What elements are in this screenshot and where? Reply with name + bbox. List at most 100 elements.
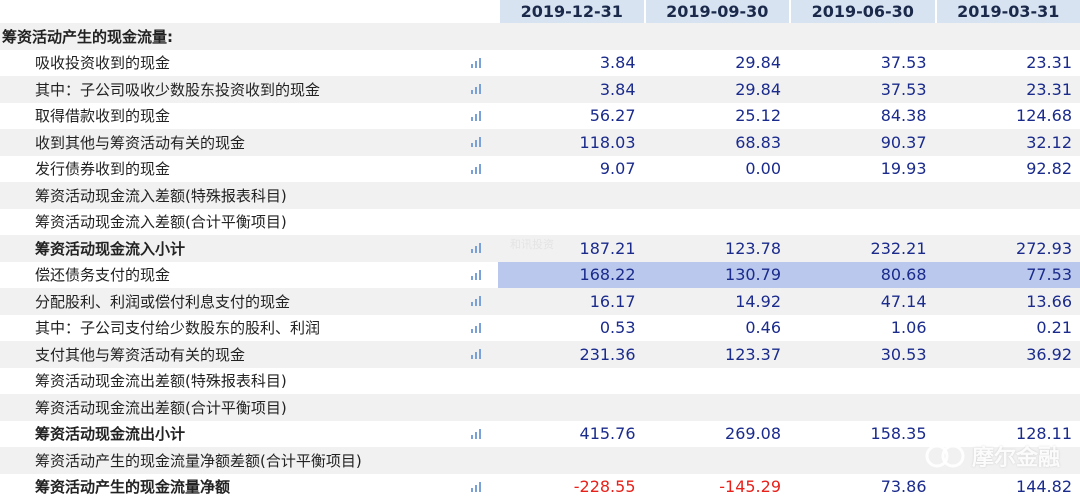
row-label: 筹资活动现金流出差额(特殊报表科目) xyxy=(0,370,470,391)
table-row[interactable]: 支付其他与筹资活动有关的现金231.36123.3730.5336.92 xyxy=(0,341,1080,368)
chart-icon-cell xyxy=(470,368,498,395)
table-row[interactable]: 筹资活动现金流出差额(特殊报表科目) xyxy=(0,368,1080,395)
bar-chart-icon[interactable] xyxy=(470,425,484,443)
value-cell xyxy=(644,394,790,421)
value-cell xyxy=(644,368,790,395)
chart-icon-cell[interactable] xyxy=(470,103,498,130)
table-row[interactable]: 吸收投资收到的现金3.8429.8437.5323.31 xyxy=(0,50,1080,77)
watermark-text: 摩尔金融 xyxy=(972,440,1060,472)
value-cell: 25.12 xyxy=(644,103,790,130)
row-label: 筹资活动现金流出差额(合计平衡项目) xyxy=(0,397,470,418)
table-row[interactable]: 分配股利、利润或偿付利息支付的现金16.1714.9247.1413.66 xyxy=(0,288,1080,315)
value-cell xyxy=(498,394,644,421)
value-cell: 9.07 xyxy=(498,156,644,183)
value-cell: 13.66 xyxy=(935,288,1080,315)
table-row[interactable]: 筹资活动现金流入差额(合计平衡项目) xyxy=(0,209,1080,236)
value-cell xyxy=(789,182,935,209)
row-label: 其中：子公司吸收少数股东投资收到的现金 xyxy=(0,79,470,100)
watermark-small: 和讯投资 xyxy=(510,236,554,252)
header-date-2: 2019-09-30 xyxy=(644,0,790,23)
value-cell: 231.36 xyxy=(498,341,644,368)
value-cell: 1.06 xyxy=(789,315,935,342)
table-row[interactable]: 取得借款收到的现金56.2725.1284.38124.68 xyxy=(0,103,1080,130)
bar-chart-icon[interactable] xyxy=(470,292,484,310)
value-cell: 16.17 xyxy=(498,288,644,315)
chart-icon-cell[interactable] xyxy=(470,421,498,448)
value-cell: 32.12 xyxy=(935,129,1080,156)
table-row[interactable]: 偿还债务支付的现金168.22130.7980.6877.53 xyxy=(0,262,1080,289)
value-cell: 232.21 xyxy=(789,235,935,262)
value-cell: 30.53 xyxy=(789,341,935,368)
chart-icon-cell[interactable] xyxy=(470,262,498,289)
bar-chart-icon[interactable] xyxy=(470,133,484,151)
bar-chart-icon[interactable] xyxy=(470,107,484,125)
bar-chart-icon[interactable] xyxy=(470,239,484,257)
bar-chart-icon[interactable] xyxy=(470,160,484,178)
value-cell xyxy=(498,368,644,395)
table-row[interactable]: 筹资活动现金流出差额(合计平衡项目) xyxy=(0,394,1080,421)
table-row[interactable]: 筹资活动现金流入差额(特殊报表科目) xyxy=(0,182,1080,209)
value-cell xyxy=(498,209,644,236)
table-row[interactable]: 其中：子公司支付给少数股东的股利、利润0.530.461.060.21 xyxy=(0,315,1080,342)
value-cell xyxy=(789,368,935,395)
value-cell: 56.27 xyxy=(498,103,644,130)
table-row[interactable]: 筹资活动产生的现金流量净额差额(合计平衡项目) xyxy=(0,447,1080,474)
bar-chart-icon[interactable] xyxy=(470,319,484,337)
value-cell: 80.68 xyxy=(789,262,935,289)
table-row[interactable]: 筹资活动产生的现金流量净额-228.55-145.2973.86144.82 xyxy=(0,474,1080,500)
row-label: 偿还债务支付的现金 xyxy=(0,264,470,285)
table-row[interactable]: 其中：子公司吸收少数股东投资收到的现金3.8429.8437.5323.31 xyxy=(0,76,1080,103)
value-cell: 124.68 xyxy=(935,103,1080,130)
row-label: 筹资活动产生的现金流量净额 xyxy=(0,476,470,497)
table-row[interactable]: 发行债券收到的现金9.070.0019.9392.82 xyxy=(0,156,1080,183)
value-cell: 90.37 xyxy=(789,129,935,156)
watermark-logo-icon xyxy=(924,443,966,469)
bar-chart-icon[interactable] xyxy=(470,345,484,363)
chart-icon-cell[interactable] xyxy=(470,341,498,368)
table-header: 2019-12-31 2019-09-30 2019-06-30 2019-03… xyxy=(0,0,1080,23)
bar-chart-icon[interactable] xyxy=(470,478,484,496)
value-cell xyxy=(935,209,1080,236)
value-cell: 0.53 xyxy=(498,315,644,342)
value-cell: 92.82 xyxy=(935,156,1080,183)
section-row: 筹资活动产生的现金流量: xyxy=(0,23,1080,50)
value-cell: -145.29 xyxy=(644,474,790,500)
value-cell: 123.37 xyxy=(644,341,790,368)
chart-icon-cell[interactable] xyxy=(470,235,498,262)
value-cell: 0.46 xyxy=(644,315,790,342)
header-date-4: 2019-03-31 xyxy=(935,0,1080,23)
chart-icon-cell[interactable] xyxy=(470,76,498,103)
chart-icon-cell[interactable] xyxy=(470,129,498,156)
table-row[interactable]: 收到其他与筹资活动有关的现金118.0368.8390.3732.12 xyxy=(0,129,1080,156)
value-cell: -228.55 xyxy=(498,474,644,500)
table-row[interactable]: 筹资活动现金流出小计415.76269.08158.35128.11 xyxy=(0,421,1080,448)
row-label: 取得借款收到的现金 xyxy=(0,105,470,126)
value-cell xyxy=(644,209,790,236)
row-label: 发行债券收到的现金 xyxy=(0,158,470,179)
bar-chart-icon[interactable] xyxy=(470,80,484,98)
value-cell: 3.84 xyxy=(498,76,644,103)
bar-chart-icon[interactable] xyxy=(470,266,484,284)
chart-icon-cell[interactable] xyxy=(470,50,498,77)
row-label: 筹资活动现金流出小计 xyxy=(0,423,470,444)
value-cell xyxy=(644,182,790,209)
chart-icon-cell[interactable] xyxy=(470,288,498,315)
value-cell: 29.84 xyxy=(644,76,790,103)
value-cell: 0.21 xyxy=(935,315,1080,342)
value-cell: 0.00 xyxy=(644,156,790,183)
row-label: 筹资活动现金流入小计 xyxy=(0,238,470,259)
bar-chart-icon[interactable] xyxy=(470,54,484,72)
chart-icon-cell[interactable] xyxy=(470,315,498,342)
section-title: 筹资活动产生的现金流量: xyxy=(0,26,470,47)
value-cell: 158.35 xyxy=(789,421,935,448)
header-date-1: 2019-12-31 xyxy=(498,0,644,23)
chart-icon-cell[interactable] xyxy=(470,156,498,183)
value-cell xyxy=(789,209,935,236)
chart-icon-cell[interactable] xyxy=(470,474,498,500)
chart-icon-cell xyxy=(470,394,498,421)
value-cell: 23.31 xyxy=(935,76,1080,103)
value-cell xyxy=(935,368,1080,395)
value-cell xyxy=(789,447,935,474)
row-label: 筹资活动现金流入差额(特殊报表科目) xyxy=(0,185,470,206)
value-cell: 14.92 xyxy=(644,288,790,315)
